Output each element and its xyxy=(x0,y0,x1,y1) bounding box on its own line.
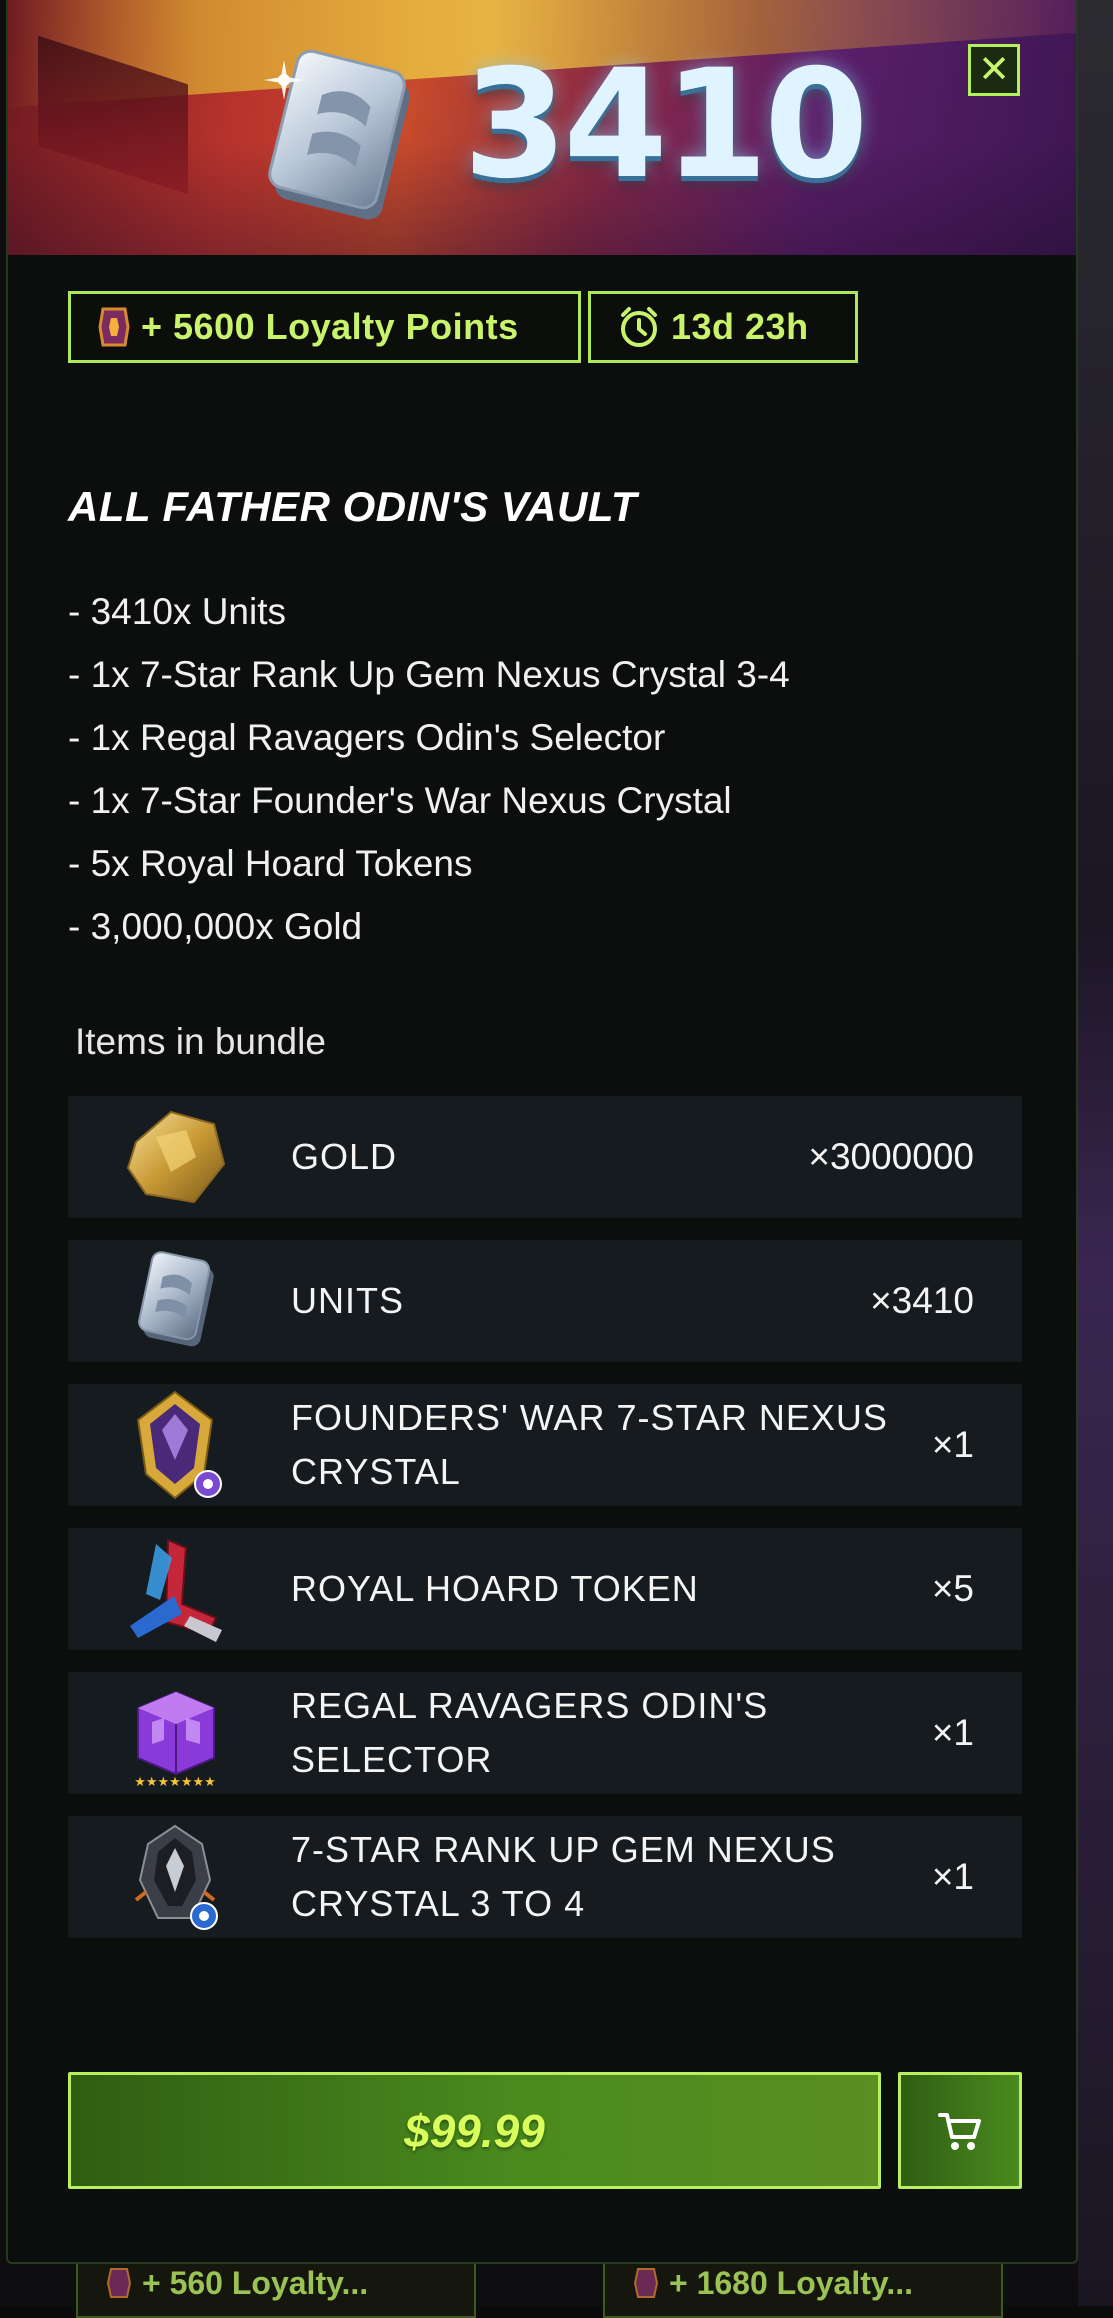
item-name: REGAL RAVAGERS ODIN'S SELECTOR xyxy=(291,1685,769,1780)
loyalty-points-tag: + 5600 Loyalty Points xyxy=(68,291,581,363)
item-quantity: ×3410 xyxy=(870,1280,974,1321)
item-quantity: ×1 xyxy=(931,1712,974,1753)
offer-banner: 3410 ✕ xyxy=(8,0,1076,255)
item-name: ROYAL HOARD TOKEN xyxy=(291,1568,699,1609)
timer-label: 13d 23h xyxy=(671,306,809,347)
bundle-title: ALL FATHER ODIN'S VAULT xyxy=(68,483,638,530)
bundle-item-row: UNITS ×3410 xyxy=(68,1240,1022,1362)
bundle-item-row: GOLD ×3000000 xyxy=(68,1096,1022,1218)
close-button[interactable]: ✕ xyxy=(968,44,1020,96)
cart-icon xyxy=(938,2112,981,2150)
description-line: - 1x Regal Ravagers Odin's Selector xyxy=(68,717,666,758)
loyalty-points-label: + 5600 Loyalty Points xyxy=(141,306,519,347)
units-icon xyxy=(138,1251,214,1347)
rank-up-gem-icon xyxy=(134,1824,218,1930)
founders-crystal-icon xyxy=(136,1390,222,1500)
description-line: - 3410x Units xyxy=(68,591,286,632)
bundle-description: - 3410x Units - 1x 7-Star Rank Up Gem Ne… xyxy=(68,580,1028,958)
timer-tag: 13d 23h xyxy=(588,291,858,363)
offer-modal: 3410 ✕ + 5600 Loyalty Points 13d 23h ALL… xyxy=(6,0,1078,2264)
background-card-strip xyxy=(1078,0,1113,2306)
description-line: - 5x Royal Hoard Tokens xyxy=(68,843,473,884)
item-name: 7-STAR RANK UP GEM NEXUS CRYSTAL 3 TO 4 xyxy=(291,1829,836,1924)
description-line: - 1x 7-Star Founder's War Nexus Crystal xyxy=(68,780,732,821)
clock-icon xyxy=(621,307,657,347)
item-quantity: ×5 xyxy=(931,1568,974,1609)
item-name: UNITS xyxy=(291,1280,404,1321)
bundle-item-row: ★★★★★★★ REGAL RAVAGERS ODIN'S SELECTOR ×… xyxy=(68,1672,1022,1794)
selector-icon: ★★★★★★★ xyxy=(134,1690,216,1788)
item-quantity: ×3000000 xyxy=(808,1136,974,1177)
bundle-item-row: FOUNDERS' WAR 7-STAR NEXUS CRYSTAL ×1 xyxy=(68,1384,1022,1506)
svg-text:★★★★★★★: ★★★★★★★ xyxy=(134,1775,216,1788)
bundle-item-row: 7-STAR RANK UP GEM NEXUS CRYSTAL 3 TO 4 … xyxy=(68,1816,1022,1938)
loyalty-gem-icon xyxy=(98,307,130,347)
item-name: FOUNDERS' WAR 7-STAR NEXUS CRYSTAL xyxy=(291,1397,888,1492)
royal-hoard-token-icon xyxy=(130,1538,222,1642)
close-icon: ✕ xyxy=(978,49,1010,91)
price-label: $99.99 xyxy=(404,2104,545,2157)
bundle-item-row: ROYAL HOARD TOKEN ×5 xyxy=(68,1528,1022,1650)
description-line: - 3,000,000x Gold xyxy=(68,906,363,947)
background-offer-label: + 1680 Loyalty... xyxy=(669,2264,913,2301)
item-quantity: ×1 xyxy=(931,1424,974,1465)
units-icon xyxy=(264,49,410,220)
item-quantity: ×1 xyxy=(931,1856,974,1897)
banner-amount: 3410 xyxy=(463,38,868,212)
buy-button[interactable]: $99.99 xyxy=(68,2072,881,2189)
background-offer-label: + 560 Loyalty... xyxy=(142,2264,369,2301)
loyalty-gem-icon xyxy=(106,2268,132,2298)
description-line: - 1x 7-Star Rank Up Gem Nexus Crystal 3-… xyxy=(68,654,790,695)
add-to-cart-button[interactable] xyxy=(898,2072,1022,2189)
gold-icon xyxy=(126,1110,226,1204)
loyalty-gem-icon xyxy=(633,2268,659,2298)
items-heading: Items in bundle xyxy=(75,1021,326,1062)
